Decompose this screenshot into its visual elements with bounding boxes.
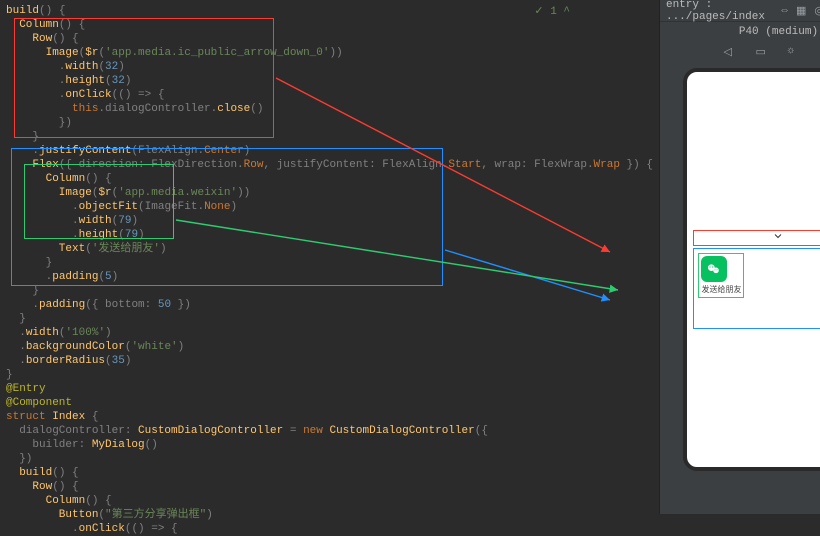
code-line[interactable]: }) [6, 116, 653, 130]
status-indicator[interactable]: ✓ 1 ^ [534, 4, 570, 18]
code-line[interactable]: Column() { [6, 172, 653, 186]
back-icon[interactable]: ◁ [723, 45, 737, 59]
code-editor[interactable]: build() { Column() { Row() { Image($r('a… [0, 0, 659, 514]
code-line[interactable]: .height(79) [6, 228, 653, 242]
code-line[interactable]: } [6, 368, 653, 382]
wechat-icon [701, 256, 727, 282]
rotate-icon[interactable]: ▭ [755, 45, 769, 59]
link-icon[interactable]: ⇔ [781, 4, 788, 18]
code-line[interactable]: .onClick(() => { [6, 522, 653, 536]
share-item-label: 发送给朋友 [701, 284, 741, 295]
device-frame: 发送给朋友 [683, 68, 820, 471]
grid-icon[interactable]: ▦ [796, 4, 806, 18]
target-icon[interactable]: ◎ [814, 4, 820, 18]
code-line[interactable]: } [6, 312, 653, 326]
dialog-body: 发送给朋友 [693, 248, 820, 329]
code-line[interactable]: @Entry [6, 382, 653, 396]
code-line[interactable]: } [6, 130, 653, 144]
share-item-wechat[interactable]: 发送给朋友 [698, 253, 744, 298]
code-line[interactable]: .width(79) [6, 214, 653, 228]
code-line[interactable]: .backgroundColor('white') [6, 340, 653, 354]
dialog-close-row[interactable] [693, 230, 820, 246]
code-line[interactable]: } [6, 284, 653, 298]
code-line[interactable]: .padding(5) [6, 270, 653, 284]
code-line[interactable]: Column() { [6, 18, 653, 32]
code-line[interactable]: .padding({ bottom: 50 }) [6, 298, 653, 312]
code-line[interactable]: build() { [6, 466, 653, 480]
code-line[interactable]: Flex({ direction: FlexDirection.Row, jus… [6, 158, 653, 172]
code-line[interactable]: @Component [6, 396, 653, 410]
code-line[interactable]: .borderRadius(35) [6, 354, 653, 368]
code-line[interactable]: Image($r('app.media.weixin')) [6, 186, 653, 200]
code-line[interactable]: .onClick(() => { [6, 88, 653, 102]
code-line[interactable]: }) [6, 452, 653, 466]
code-line[interactable]: Text('发送给朋友') [6, 242, 653, 256]
share-dialog: 发送给朋友 [693, 230, 820, 329]
code-line[interactable]: .width('100%') [6, 326, 653, 340]
code-line[interactable]: Row() { [6, 32, 653, 46]
code-line[interactable]: Row() { [6, 480, 653, 494]
chevron-down-icon [772, 230, 784, 246]
code-line[interactable]: .justifyContent(FlexAlign.Center) [6, 144, 653, 158]
code-line[interactable]: Column() { [6, 494, 653, 508]
code-line[interactable]: .width(32) [6, 60, 653, 74]
preview-tab-label[interactable]: entry : .../pages/index [666, 0, 765, 23]
preview-tabbar: entry : .../pages/index ⇔ ▦ ◎ ⤢ ⟳ ⌕ ⚙ [660, 0, 820, 22]
code-line[interactable]: Button("第三方分享弹出框") [6, 508, 653, 522]
theme-icon[interactable]: ☼ [787, 45, 801, 59]
code-line[interactable]: dialogController: CustomDialogController… [6, 424, 653, 438]
code-line[interactable]: .height(32) [6, 74, 653, 88]
device-name: P40 (medium) [660, 22, 820, 42]
code-line[interactable]: } [6, 256, 653, 270]
code-line[interactable]: .objectFit(ImageFit.None) [6, 200, 653, 214]
preview-panel: entry : .../pages/index ⇔ ▦ ◎ ⤢ ⟳ ⌕ ⚙ P4… [659, 0, 820, 514]
preview-toolbar: ◁ ▭ ☼ ⋯ [660, 42, 820, 62]
code-line[interactable]: this.dialogController.close() [6, 102, 653, 116]
code-line[interactable]: struct Index { [6, 410, 653, 424]
code-line[interactable]: builder: MyDialog() [6, 438, 653, 452]
code-line[interactable]: Image($r('app.media.ic_public_arrow_down… [6, 46, 653, 60]
